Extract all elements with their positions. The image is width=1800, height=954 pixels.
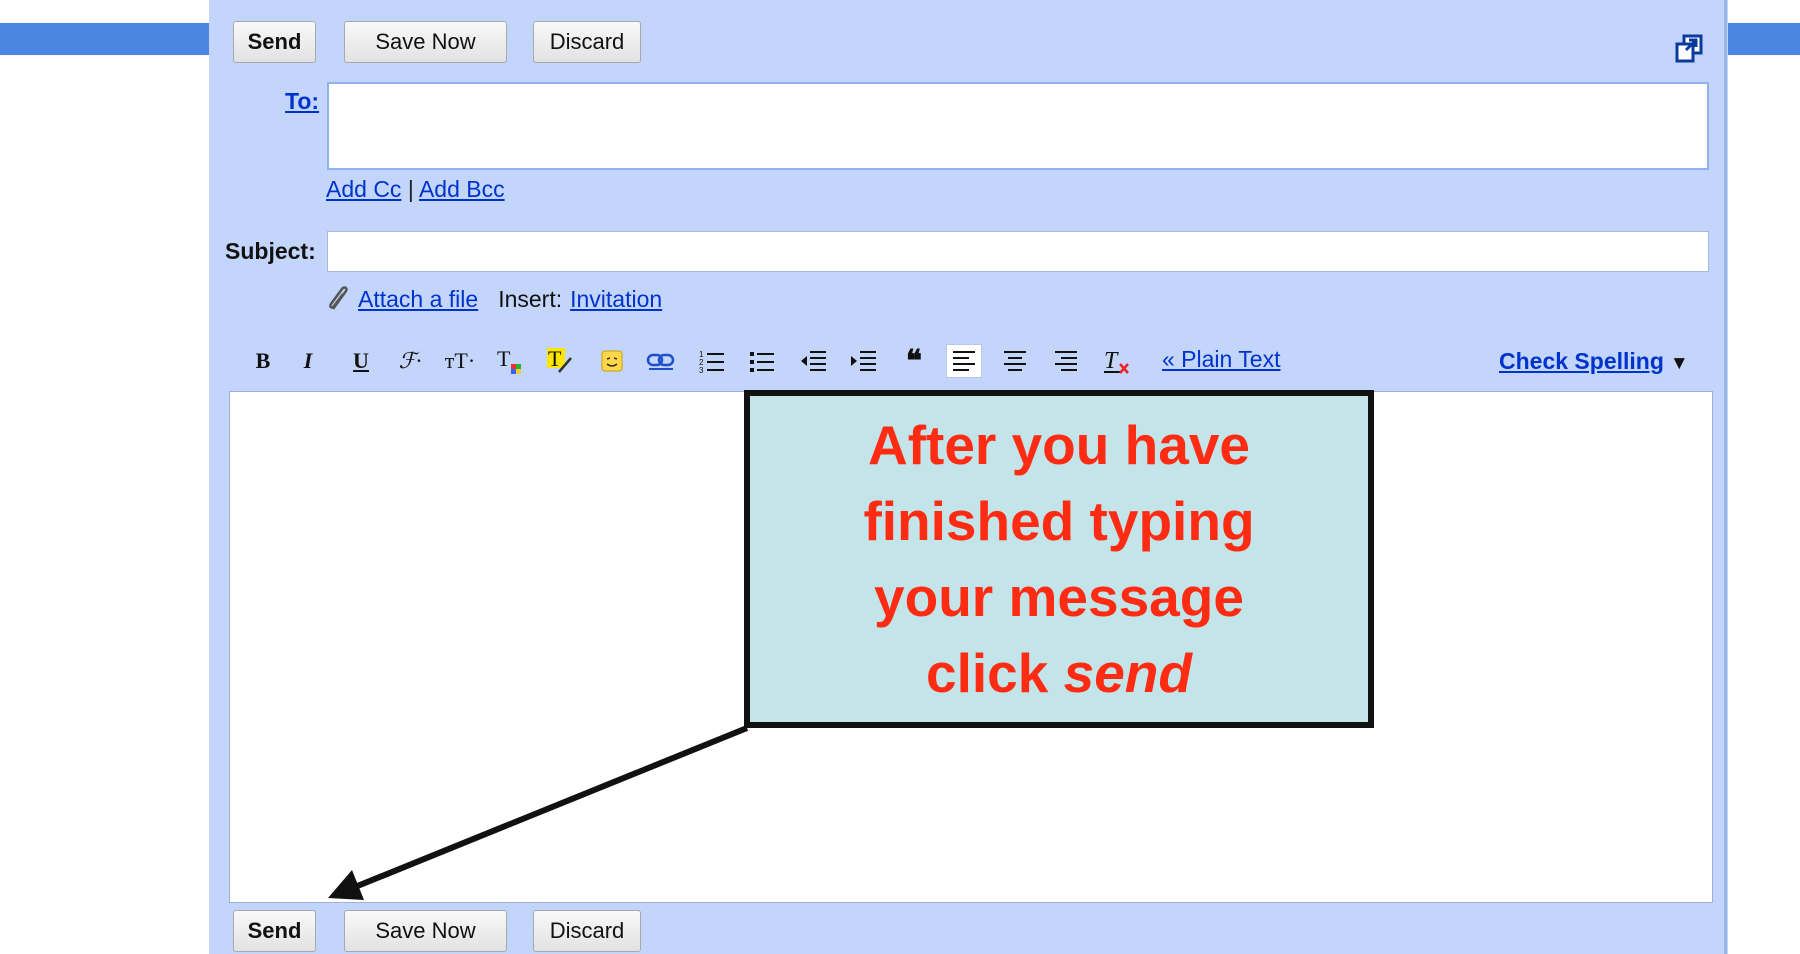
callout-arrow xyxy=(328,725,749,900)
